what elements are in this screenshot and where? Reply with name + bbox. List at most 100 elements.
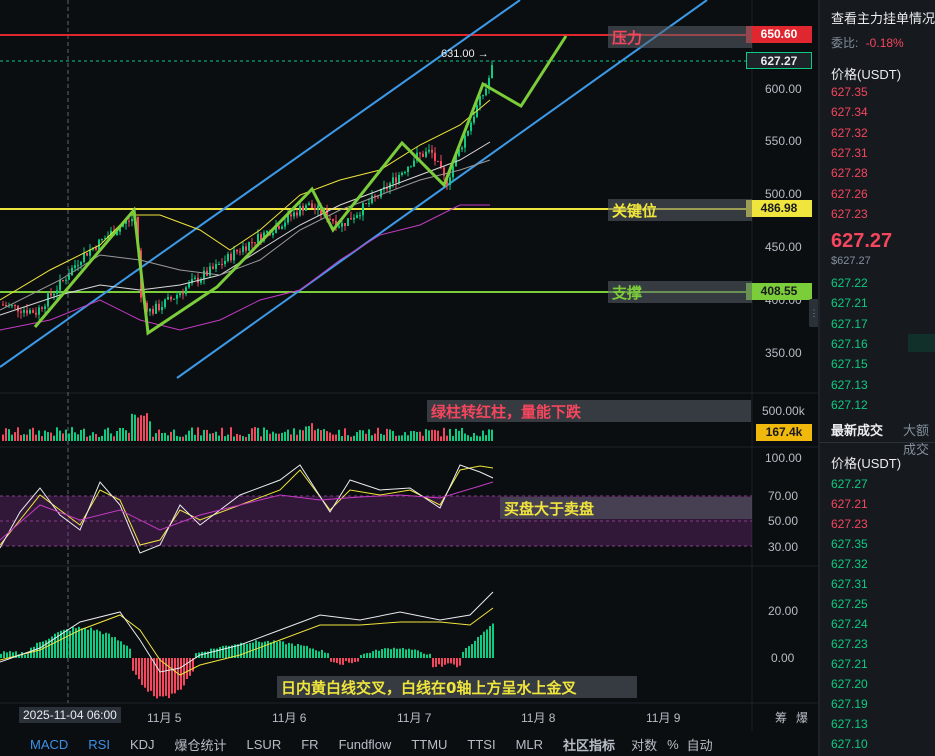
ask-price[interactable]: 627.23 <box>831 207 868 221</box>
tab-mlr[interactable]: MLR <box>506 737 553 752</box>
macd-histogram-bar <box>66 629 68 658</box>
bid-price[interactable]: 627.22 <box>831 276 868 290</box>
volume-bar <box>17 427 19 441</box>
candle-body <box>194 277 196 280</box>
candle-body <box>359 215 361 217</box>
macd-histogram-bar <box>432 658 434 668</box>
volume-bar <box>239 434 241 441</box>
candle-body <box>398 174 400 183</box>
trade-price: 627.24 <box>831 617 868 631</box>
chips-icon[interactable]: 筹 <box>775 709 787 726</box>
volume-bar <box>458 430 460 441</box>
ask-price[interactable]: 627.28 <box>831 166 868 180</box>
candle-body <box>233 249 235 261</box>
volume-bar <box>11 434 13 441</box>
bid-price[interactable]: 627.16 <box>831 337 868 351</box>
bid-price[interactable]: 627.21 <box>831 296 868 310</box>
tab-macd[interactable]: MACD <box>0 737 78 752</box>
volume-bar <box>308 426 310 441</box>
macd-histogram-bar <box>366 653 368 658</box>
macd-histogram-bar <box>183 658 185 686</box>
volume-bar <box>149 421 151 441</box>
macd-histogram-bar <box>72 627 74 658</box>
volume-bar <box>272 431 274 441</box>
ask-price[interactable]: 627.34 <box>831 105 868 119</box>
volume-bar <box>464 433 466 441</box>
volume-bar <box>233 436 235 441</box>
bid-price[interactable]: 627.12 <box>831 398 868 412</box>
candle-body <box>227 253 229 261</box>
macd-annotation: 日内黄白线交叉，白线在0轴上方呈水上金叉 <box>277 676 637 698</box>
candle-body <box>377 196 379 198</box>
candle-body <box>65 279 67 281</box>
tab-rsi[interactable]: RSI <box>78 737 120 752</box>
trade-price: 627.19 <box>831 697 868 711</box>
candle-body <box>203 270 205 280</box>
bid-price[interactable]: 627.13 <box>831 378 868 392</box>
candle-body <box>29 310 31 314</box>
liquidation-icon[interactable]: 爆 <box>796 709 808 726</box>
tab-community[interactable]: 社区指标 <box>553 735 625 754</box>
volume-bar <box>14 432 16 441</box>
volume-bar <box>269 433 271 441</box>
candle-body <box>368 203 370 205</box>
tab-log[interactable]: 对数 <box>625 735 663 754</box>
rsi-annotation: 买盘大于卖盘 <box>500 497 752 519</box>
macd-histogram-bar <box>312 648 314 658</box>
macd-histogram-bar <box>354 658 356 662</box>
macd-histogram-bar <box>3 651 5 658</box>
candle-body <box>410 166 412 168</box>
macd-histogram-bar <box>267 640 269 658</box>
volume-bar <box>230 427 232 441</box>
volume-bar <box>200 435 202 441</box>
tab-ttmu[interactable]: TTMU <box>401 737 457 752</box>
candle-body <box>86 252 88 256</box>
tab-large-trades[interactable]: 大额成交 <box>903 420 935 458</box>
tab-auto[interactable]: 自动 <box>683 735 717 754</box>
ask-price[interactable]: 627.32 <box>831 126 868 140</box>
order-book-title[interactable]: 查看主力挂单情况 <box>831 8 935 27</box>
candle-body <box>338 226 340 228</box>
tab-kdj[interactable]: KDJ <box>120 737 165 752</box>
tab-fundflow[interactable]: Fundflow <box>329 737 402 752</box>
volume-bar <box>278 433 280 441</box>
tab-latest-trades[interactable]: 最新成交 <box>831 420 883 439</box>
candle-body <box>302 205 304 211</box>
macd-histogram-bar <box>444 658 446 665</box>
bid-price[interactable]: 627.15 <box>831 357 868 371</box>
macd-histogram-bar <box>126 645 128 658</box>
volume-bar <box>140 415 142 441</box>
candle-body <box>236 249 238 252</box>
macd-histogram-bar <box>159 658 161 697</box>
tab-percent[interactable]: % <box>663 737 683 752</box>
candle-body <box>470 122 472 132</box>
tab-lsur[interactable]: LSUR <box>237 737 292 752</box>
ask-price[interactable]: 627.35 <box>831 85 868 99</box>
candle-body <box>437 160 439 162</box>
macd-histogram-bar <box>204 651 206 658</box>
tab-liquidation[interactable]: 爆仓统计 <box>165 735 237 754</box>
volume-bar <box>344 428 346 441</box>
candle-body <box>419 152 421 154</box>
tab-ttsi[interactable]: TTSI <box>457 737 505 752</box>
volume-bar <box>236 433 238 441</box>
bid-price[interactable]: 627.17 <box>831 317 868 331</box>
candle-body <box>77 264 79 266</box>
volume-bar <box>461 427 463 441</box>
chart-area[interactable]: 600.00 550.00 500.00 450.00 400.00 350.0… <box>0 0 818 731</box>
chart-canvas[interactable] <box>0 0 818 731</box>
candle-body <box>317 205 319 210</box>
tab-fr[interactable]: FR <box>291 737 328 752</box>
candle-body <box>155 303 157 314</box>
volume-bar <box>473 432 475 441</box>
macd-histogram-bar <box>45 640 47 658</box>
ask-price[interactable]: 627.26 <box>831 187 868 201</box>
macd-histogram-bar <box>129 648 131 658</box>
volume-bar <box>215 431 217 441</box>
candle-body <box>482 95 484 97</box>
ask-price[interactable]: 627.31 <box>831 146 868 160</box>
candle-body <box>413 160 415 167</box>
volume-bar <box>56 427 58 441</box>
candle-body <box>149 308 151 312</box>
macd-histogram-bar <box>342 658 344 665</box>
